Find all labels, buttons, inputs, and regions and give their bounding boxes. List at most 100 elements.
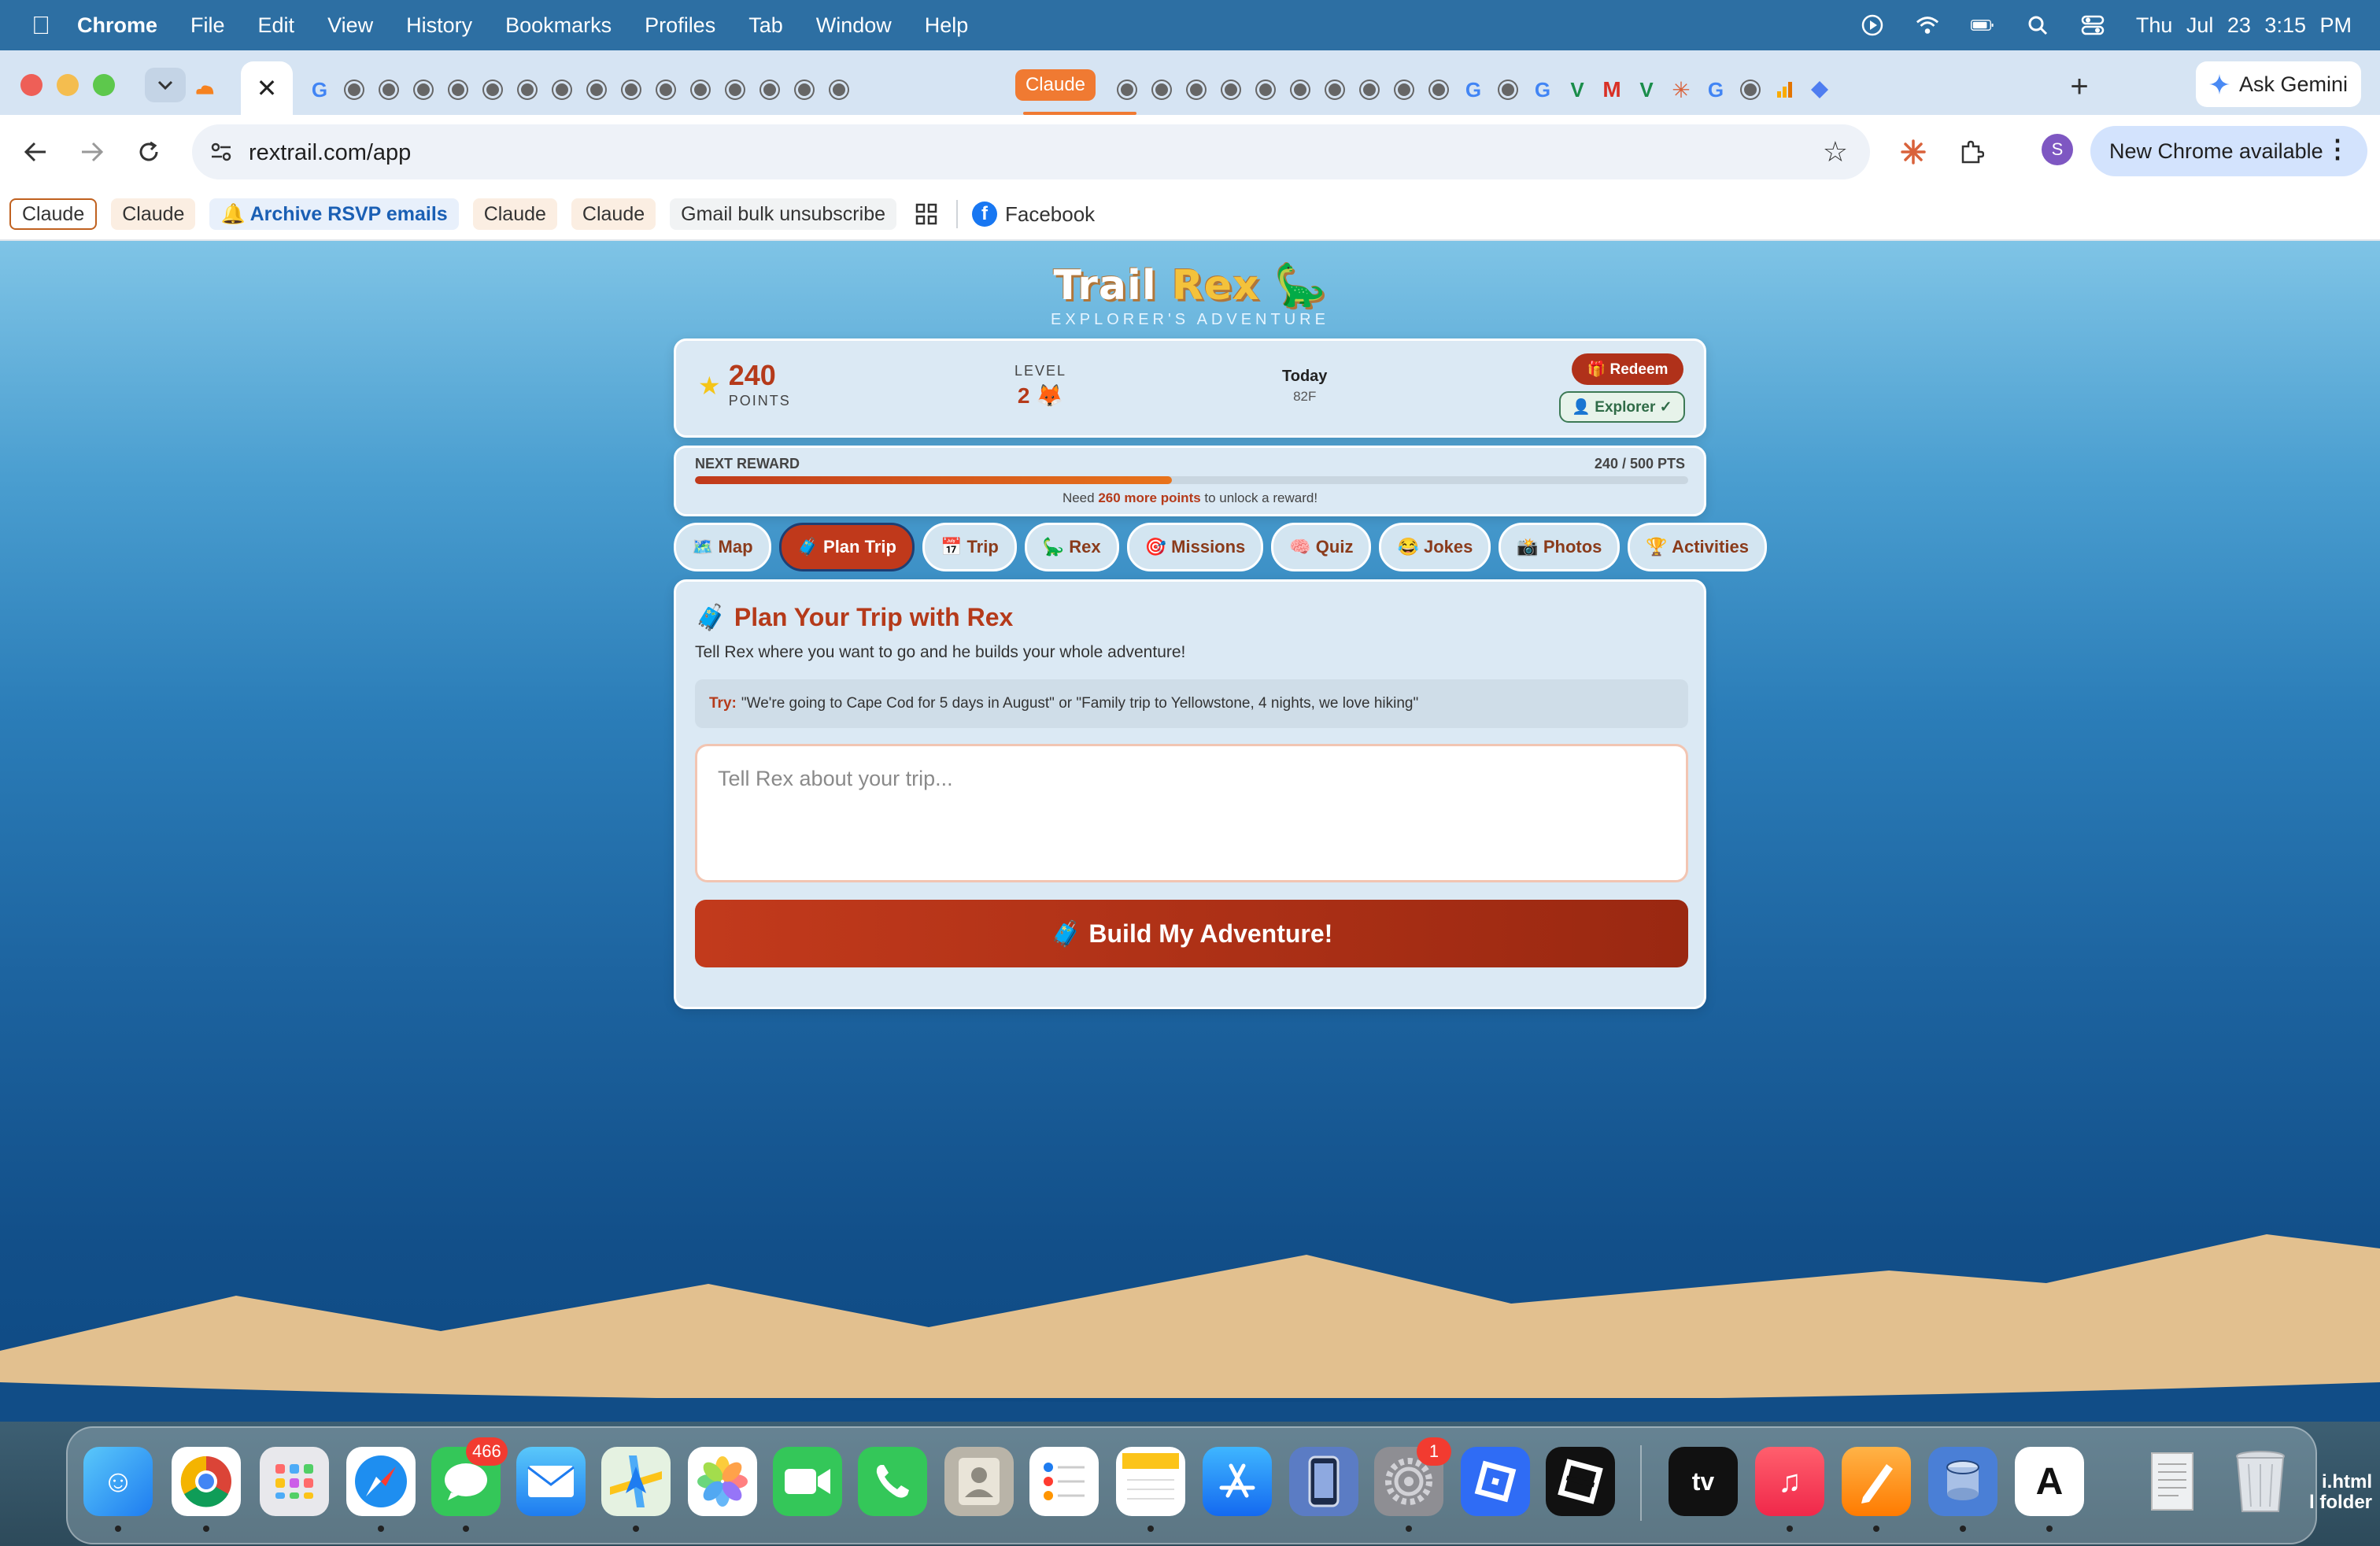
menubar-clock[interactable]: Thu Jul 23 3:15 PM [2136, 13, 2352, 38]
bookmark-star-icon[interactable]: ☆ [1823, 135, 1848, 168]
extensions-puzzle-icon[interactable] [1953, 134, 1990, 170]
play-icon[interactable] [1861, 13, 1884, 37]
trip-description-input[interactable] [695, 744, 1688, 882]
simulator-icon[interactable] [1289, 1447, 1358, 1516]
google-tab-icon[interactable]: G [1705, 78, 1727, 102]
tab-photos[interactable]: 📸 Photos [1499, 523, 1621, 571]
apps-grid-icon[interactable] [911, 198, 942, 230]
roblox-icon[interactable] [1461, 1447, 1530, 1516]
globe-tab-icon[interactable] [1326, 81, 1343, 98]
chrome-dock-icon[interactable] [172, 1447, 241, 1516]
apple-menu-icon[interactable]:  [31, 11, 50, 40]
ask-gemini-button[interactable]: Ask Gemini [2196, 61, 2361, 107]
facetime-icon[interactable] [773, 1447, 842, 1516]
spotlight-search-icon[interactable] [2026, 13, 2049, 37]
v-tab-icon[interactable]: V [1566, 78, 1588, 102]
menu-app-name[interactable]: Chrome [77, 13, 157, 38]
menu-bookmarks[interactable]: Bookmarks [505, 13, 612, 38]
battery-icon[interactable] [1970, 13, 1994, 37]
address-bar[interactable]: rextrail.com/app ☆ [192, 124, 1870, 179]
globe-tab-icon[interactable] [761, 81, 778, 98]
bookmark-gmail-bulk-unsubscribe[interactable]: Gmail bulk unsubscribe [670, 198, 896, 230]
globe-tab-icon[interactable] [1395, 81, 1413, 98]
disk-utility-icon[interactable] [1928, 1447, 1998, 1516]
launchpad-icon[interactable] [260, 1447, 329, 1516]
control-center-icon[interactable] [2081, 13, 2105, 37]
document-stack-icon[interactable] [2138, 1447, 2207, 1516]
globe-tab-icon[interactable] [1153, 81, 1170, 98]
close-window-button[interactable] [20, 74, 42, 96]
globe-tab-icon[interactable] [1257, 81, 1274, 98]
tab-map[interactable]: 🗺️ Map [674, 523, 771, 571]
cloudflare-tab-icon[interactable] [194, 79, 216, 101]
globe-tab-icon[interactable] [519, 81, 536, 98]
bookmark-claude[interactable]: Claude [9, 198, 98, 230]
globe-tab-icon[interactable] [726, 81, 744, 98]
pages-icon[interactable] [1842, 1447, 1911, 1516]
roblox-studio-icon[interactable] [1546, 1447, 1615, 1516]
globe-tab-icon[interactable] [1222, 81, 1240, 98]
finder-icon[interactable]: ☺ [83, 1447, 153, 1516]
google-tab-icon[interactable]: G [1462, 78, 1484, 102]
globe-tab-icon[interactable] [380, 81, 397, 98]
claude-extension-icon[interactable] [1895, 134, 1931, 170]
google-tab-icon[interactable]: G [1532, 78, 1554, 102]
music-icon[interactable]: ♫ [1755, 1447, 1824, 1516]
desktop-file-label[interactable]: i.html l folder [2309, 1472, 2372, 1513]
globe-tab-icon[interactable] [1361, 81, 1378, 98]
back-arrow-icon[interactable] [17, 134, 54, 170]
site-settings-icon[interactable] [209, 140, 233, 164]
tab-activities[interactable]: 🏆 Activities [1628, 523, 1767, 571]
photos-icon[interactable] [688, 1447, 757, 1516]
menu-help[interactable]: Help [925, 13, 969, 38]
contacts-icon[interactable] [944, 1447, 1014, 1516]
mail-icon[interactable] [516, 1447, 586, 1516]
tab-rex[interactable]: 🦕 Rex [1024, 523, 1119, 571]
globe-tab-icon[interactable] [1188, 81, 1205, 98]
menu-view[interactable]: View [327, 13, 373, 38]
reminders-icon[interactable] [1029, 1447, 1099, 1516]
globe-tab-icon[interactable] [796, 81, 813, 98]
bookmark-claude[interactable]: Claude [571, 198, 656, 230]
wifi-icon[interactable] [1916, 13, 1939, 37]
menu-edit[interactable]: Edit [258, 13, 295, 38]
globe-tab-icon[interactable] [1118, 81, 1136, 98]
app-store-icon[interactable] [1203, 1447, 1272, 1516]
menu-file[interactable]: File [190, 13, 225, 38]
reload-icon[interactable] [131, 134, 167, 170]
globe-tab-icon[interactable] [657, 81, 674, 98]
menu-window[interactable]: Window [816, 13, 892, 38]
fullscreen-window-button[interactable] [93, 74, 115, 96]
dictionary-icon[interactable]: A [2015, 1447, 2084, 1516]
bookmark-claude[interactable]: Claude [472, 198, 557, 230]
build-adventure-button[interactable]: 🧳 Build My Adventure! [695, 900, 1688, 967]
globe-tab-icon[interactable] [484, 81, 501, 98]
notes-icon[interactable] [1116, 1447, 1185, 1516]
tab-plan-trip[interactable]: 🧳 Plan Trip [778, 523, 915, 571]
profile-avatar[interactable]: S [2042, 134, 2073, 165]
apple-tv-icon[interactable]: tv [1669, 1447, 1738, 1516]
globe-tab-icon[interactable] [553, 81, 571, 98]
chrome-menu-icon[interactable]: ⋮ [2325, 134, 2350, 164]
explorer-profile-button[interactable]: 👤 Explorer ✓ [1559, 391, 1685, 423]
bookmark-archive-rsvp-emails[interactable]: 🔔 Archive RSVP emails [209, 198, 459, 230]
globe-tab-icon[interactable] [1499, 81, 1517, 98]
globe-tab-icon[interactable] [415, 81, 432, 98]
globe-tab-icon[interactable] [588, 81, 605, 98]
new-tab-plus-icon[interactable]: + [2064, 69, 2095, 104]
analytics-tab-icon[interactable] [1774, 79, 1796, 101]
tab-missions[interactable]: 🎯 Missions [1126, 523, 1264, 571]
maps-icon[interactable] [601, 1447, 671, 1516]
menu-tab[interactable]: Tab [748, 13, 783, 38]
tab-search-chevron-icon[interactable] [145, 68, 186, 102]
safari-icon[interactable] [346, 1447, 416, 1516]
globe-tab-icon[interactable] [692, 81, 709, 98]
diamond-tab-icon[interactable] [1809, 79, 1831, 101]
new-chrome-available-button[interactable]: New Chrome available ⋮ [2090, 126, 2367, 176]
globe-tab-icon[interactable] [830, 81, 848, 98]
tab-quiz[interactable]: 🧠 Quiz [1271, 523, 1372, 571]
tab-jokes[interactable]: 😂 Jokes [1379, 523, 1491, 571]
tab-trip[interactable]: 📅 Trip [922, 523, 1017, 571]
menu-profiles[interactable]: Profiles [645, 13, 715, 38]
gmail-tab-icon[interactable]: M [1601, 77, 1623, 102]
